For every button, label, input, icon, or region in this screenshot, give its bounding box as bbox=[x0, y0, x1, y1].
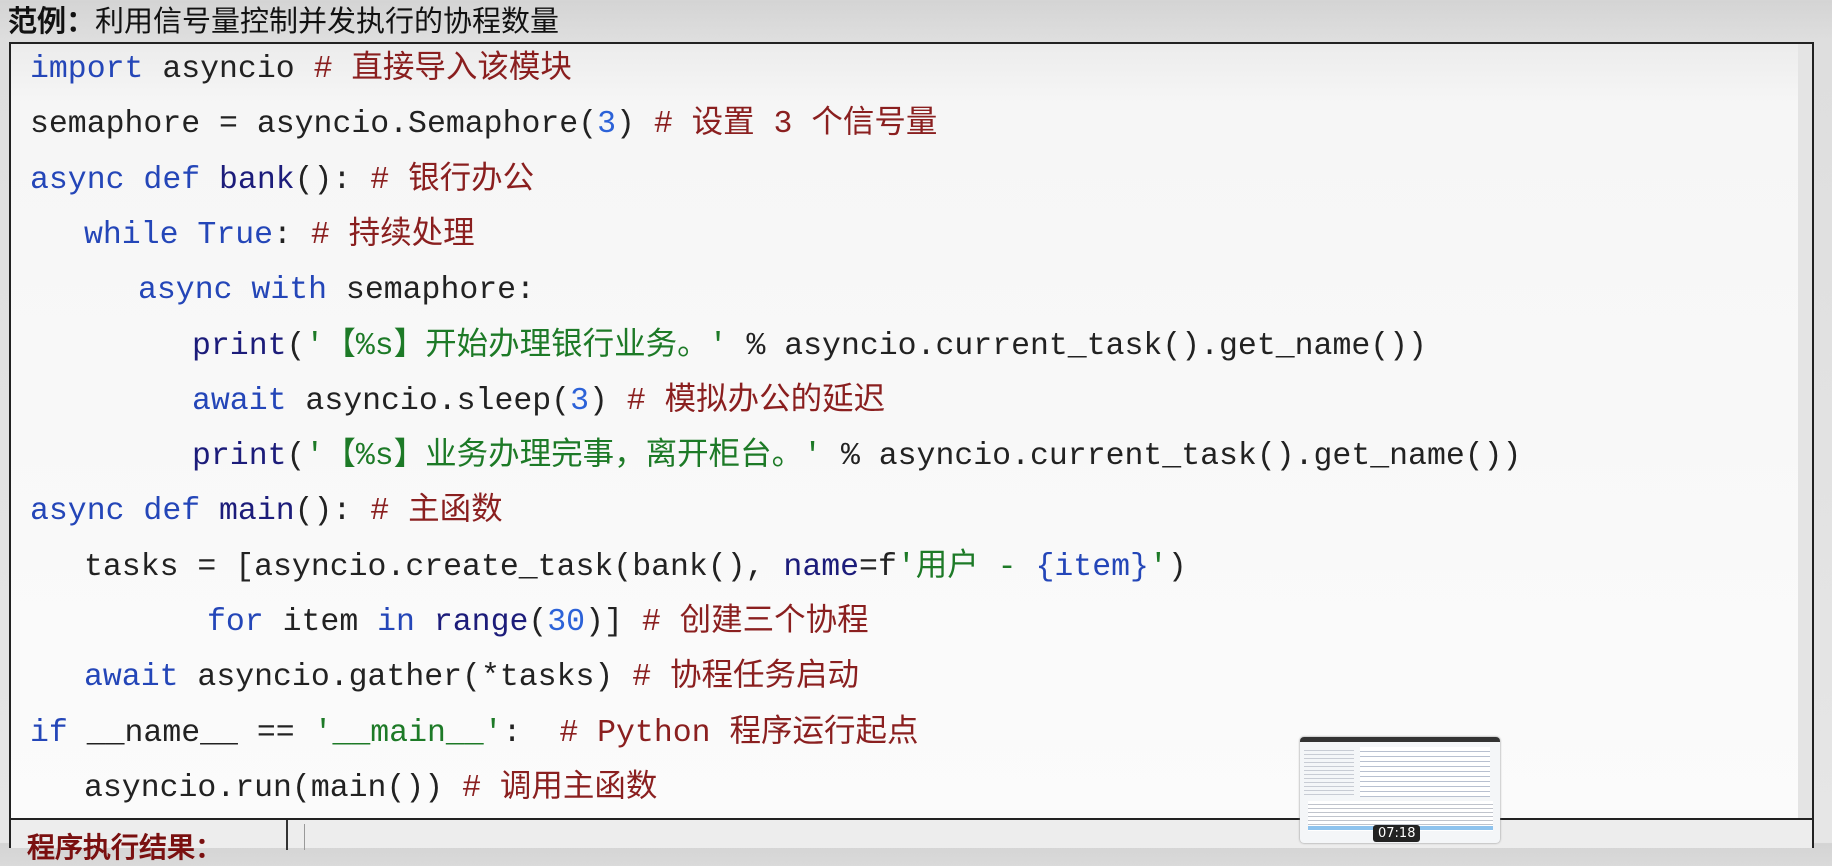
code-token: item bbox=[263, 605, 378, 640]
video-preview-thumbnail[interactable]: 07:18 bbox=[1300, 737, 1500, 843]
code-token: asyncio.sleep( bbox=[286, 383, 571, 419]
code-token: )] bbox=[585, 605, 642, 640]
code-token: '【%s】开始办理银行业务。' bbox=[305, 328, 728, 364]
code-token: in bbox=[377, 605, 415, 640]
code-token: asyncio.run(main()) bbox=[84, 770, 463, 806]
thumbnail-sidebar bbox=[1304, 747, 1354, 797]
code-token: # 调用主函数 bbox=[462, 770, 658, 806]
code-line: await asyncio.gather(*tasks) # 协程任务启动 bbox=[84, 658, 859, 698]
code-token: print bbox=[192, 439, 287, 475]
code-token: while True bbox=[84, 217, 274, 253]
code-token: 3 bbox=[597, 107, 616, 143]
code-token: ' bbox=[1148, 549, 1168, 585]
code-token: =f bbox=[859, 549, 897, 585]
code-token: if bbox=[30, 715, 68, 751]
code-token: async def bbox=[30, 494, 220, 530]
code-token: # 设置 3 个信号量 bbox=[653, 107, 938, 143]
code-token: # 银行办公 bbox=[370, 162, 535, 198]
code-token: # 创建三个协程 bbox=[641, 605, 869, 640]
code-line: semaphore = asyncio.Semaphore(3) # 设置 3 … bbox=[30, 105, 937, 145]
code-token: : bbox=[502, 715, 560, 751]
code-token: __name__ == bbox=[67, 715, 314, 751]
code-token: print bbox=[192, 328, 287, 364]
code-token: # 直接导入该模块 bbox=[313, 52, 572, 87]
code-token: % asyncio.current_task().get_name()) bbox=[727, 328, 1427, 364]
code-token: import bbox=[30, 52, 144, 87]
code-token: await bbox=[192, 383, 287, 419]
title-text: 利用信号量控制并发执行的协程数量 bbox=[95, 4, 560, 38]
code-token: {item} bbox=[1035, 549, 1149, 585]
code-token: for bbox=[207, 605, 264, 640]
code-line: await asyncio.sleep(3) # 模拟办公的延迟 bbox=[192, 382, 885, 422]
code-token: 3 bbox=[570, 383, 589, 419]
table-divider bbox=[286, 820, 288, 850]
code-token: # 主函数 bbox=[370, 494, 503, 530]
code-line: for item in range(30)] # 创建三个协程 bbox=[207, 603, 869, 643]
code-token: '__main__' bbox=[313, 715, 503, 751]
code-token: asyncio.gather(*tasks) bbox=[178, 660, 633, 696]
code-line: async def main(): # 主函数 bbox=[30, 492, 503, 532]
code-token: 30 bbox=[547, 605, 586, 640]
code-token: (): bbox=[294, 162, 371, 198]
code-token: # 模拟办公的延迟 bbox=[626, 383, 886, 419]
code-token: tasks = [asyncio.create_task(bank(), bbox=[84, 549, 784, 585]
code-token: name bbox=[783, 549, 860, 585]
code-token: (): bbox=[294, 494, 371, 530]
code-line: print('【%s】业务办理完事，离开柜台。' % asyncio.curre… bbox=[192, 437, 1521, 477]
code-token: async with bbox=[138, 273, 328, 309]
code-token: % asyncio.current_task().get_name()) bbox=[822, 439, 1522, 475]
code-token: ) bbox=[1167, 549, 1187, 585]
result-table: 程序执行结果： bbox=[9, 818, 1814, 864]
code-token: ) bbox=[588, 383, 627, 419]
code-line: import asyncio # 直接导入该模块 bbox=[30, 50, 572, 90]
cursor-line bbox=[304, 824, 305, 850]
thumbnail-titlebar bbox=[1300, 737, 1500, 742]
code-token: range bbox=[433, 605, 529, 640]
code-token: '【%s】业务办理完事，离开柜台。' bbox=[305, 439, 823, 475]
code-token: : bbox=[273, 217, 311, 253]
code-line: async def bank(): # 银行办公 bbox=[30, 161, 534, 201]
code-block: import asyncio # 直接导入该模块 semaphore = asyn… bbox=[9, 42, 1814, 818]
code-token: asyncio bbox=[143, 52, 314, 87]
code-token: ) bbox=[616, 107, 654, 143]
result-label: 程序执行结果： bbox=[27, 831, 224, 864]
code-token: # 持续处理 bbox=[310, 217, 475, 253]
code-line: if __name__ == '__main__': # Python 程序运行… bbox=[30, 714, 918, 754]
scrollbar[interactable] bbox=[1798, 44, 1812, 818]
code-token: # 协程任务启动 bbox=[632, 660, 860, 696]
title-prefix: 范例： bbox=[8, 4, 96, 38]
code-line: tasks = [asyncio.create_task(bank(), nam… bbox=[84, 548, 1187, 588]
code-token: semaphore = asyncio.Semaphore( bbox=[30, 107, 598, 143]
code-line: print('【%s】开始办理银行业务。' % asyncio.current_… bbox=[192, 327, 1427, 367]
page-title: 范例：利用信号量控制并发执行的协程数量 bbox=[8, 0, 559, 40]
code-token: ( bbox=[528, 605, 548, 640]
code-token: ( bbox=[286, 439, 306, 475]
code-token: async def bbox=[30, 162, 220, 198]
code-token: '用户 - bbox=[896, 549, 1036, 585]
code-token: await bbox=[84, 660, 179, 696]
code-line: while True: # 持续处理 bbox=[84, 216, 475, 256]
thumbnail-editor bbox=[1360, 747, 1490, 797]
code-line: asyncio.run(main()) # 调用主函数 bbox=[84, 769, 657, 809]
code-token: ( bbox=[286, 328, 306, 364]
video-timestamp: 07:18 bbox=[1373, 825, 1421, 842]
code-line: async with semaphore: bbox=[138, 271, 535, 311]
code-token: # Python 程序运行起点 bbox=[559, 715, 919, 751]
code-token: semaphore: bbox=[327, 273, 535, 309]
code-token: main bbox=[219, 494, 295, 530]
code-token: bank bbox=[219, 162, 295, 198]
